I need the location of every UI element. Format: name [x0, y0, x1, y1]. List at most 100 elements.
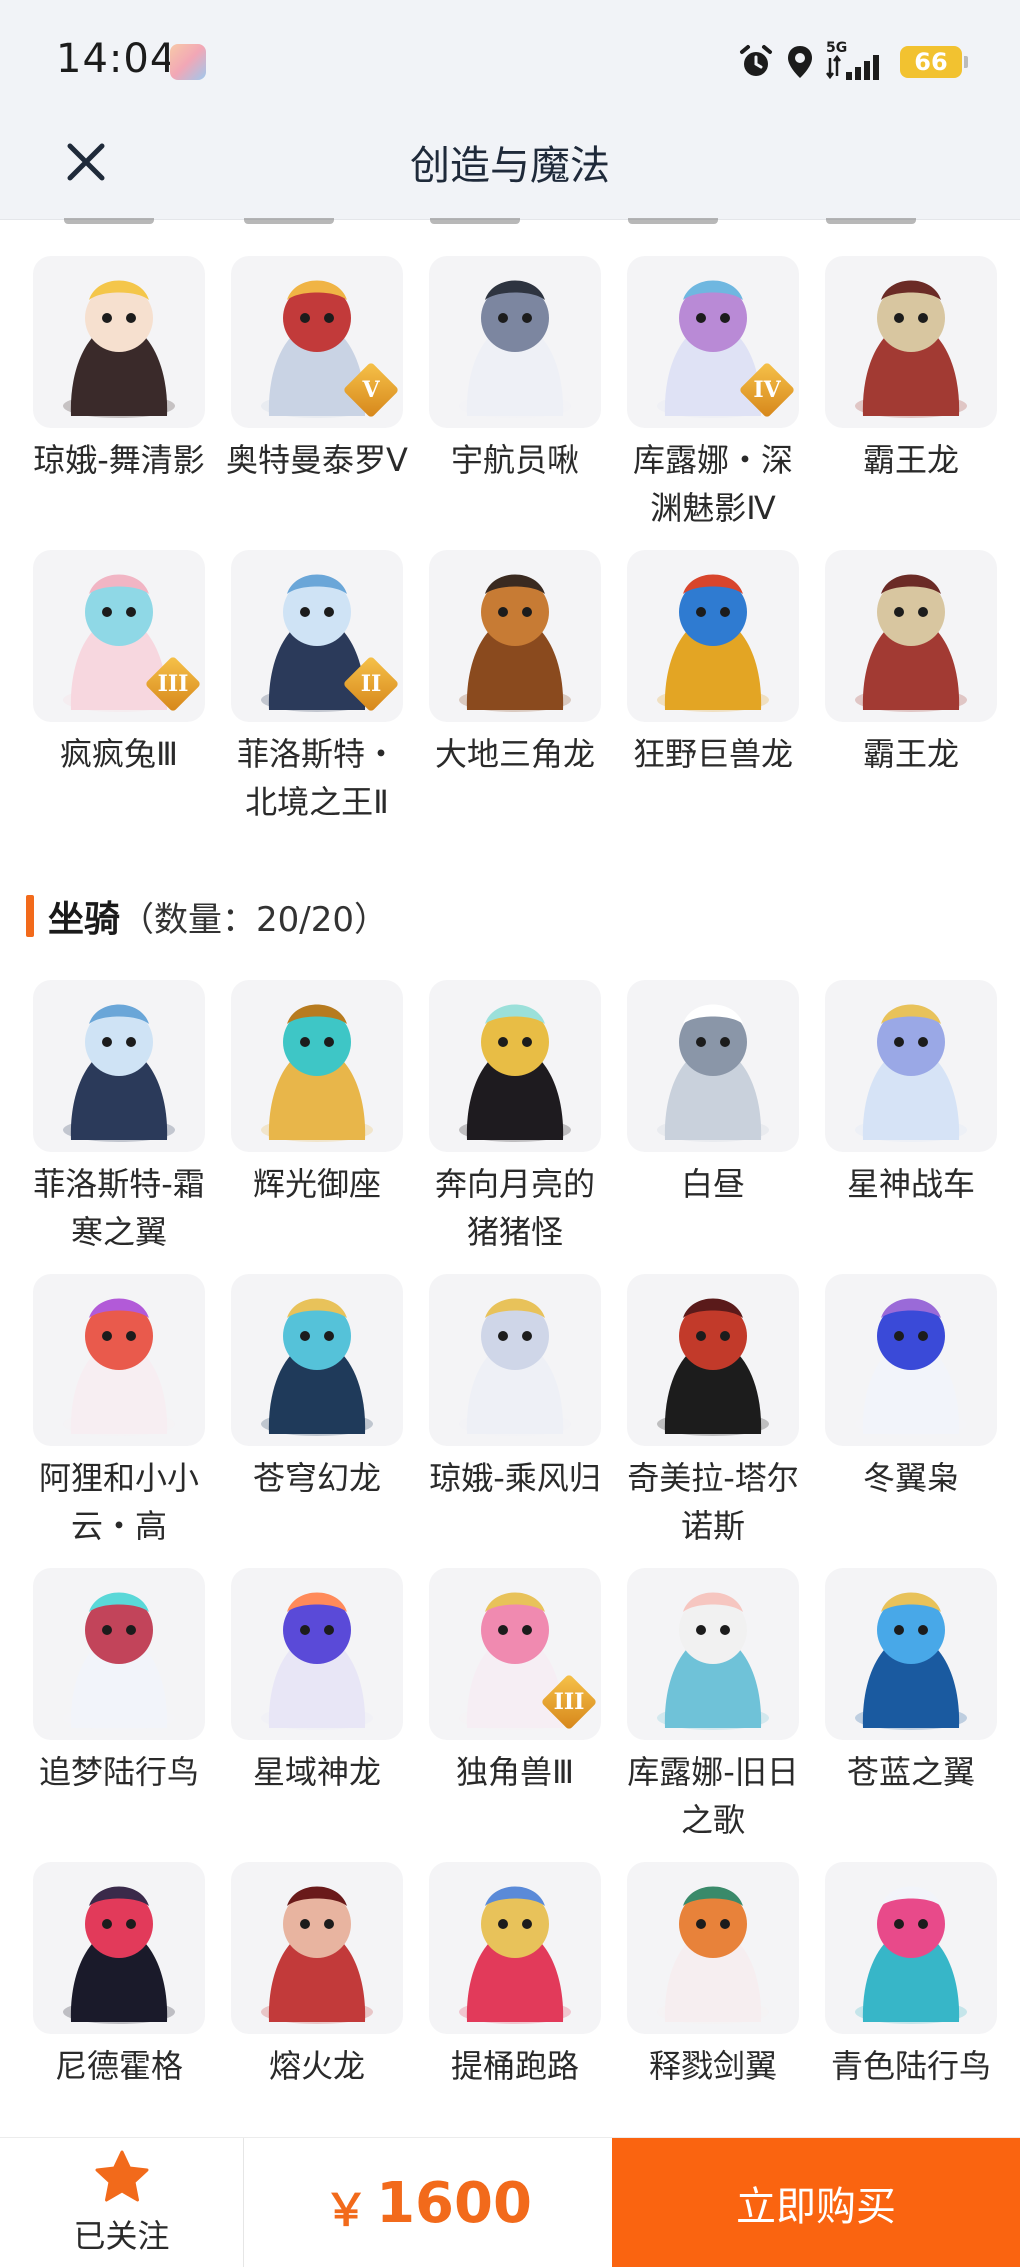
status-icons: 5G 66	[738, 40, 968, 84]
item-label: 追梦陆行鸟	[38, 1753, 199, 1791]
item-card[interactable]: 琼娥-舞清影	[20, 256, 218, 550]
crazy-rabbit-icon: III	[33, 550, 205, 722]
item-card[interactable]: 库露娜-旧日之歌	[614, 1568, 812, 1862]
section-accent-bar	[26, 895, 34, 937]
mounts-grid: 菲洛斯特-霜寒之翼 辉光御座 奔向月亮的猪猪怪 白昼 星神战车阿狸和小小云・高 苍穹幻龙 琼…	[20, 980, 1012, 2156]
item-label: 苍穹幻龙	[252, 1459, 381, 1497]
kuluna-song-icon	[627, 1568, 799, 1740]
price-amount: 1600	[376, 2170, 532, 2236]
item-label: 辉光御座	[252, 1165, 381, 1203]
astronaut-chick-icon	[429, 256, 601, 428]
item-label: 熔火龙	[268, 2047, 365, 2085]
currency-symbol: ￥	[324, 2185, 369, 2236]
item-card[interactable]: 青色陆行鸟	[812, 1862, 1010, 2156]
item-label: 奥特曼泰罗Ⅴ	[226, 441, 408, 479]
lava-dragon-icon	[231, 1862, 403, 2034]
item-card[interactable]: 提桶跑路	[416, 1862, 614, 2156]
item-label: 尼德霍格	[54, 2047, 183, 2085]
sky-dragon-icon	[231, 1274, 403, 1446]
item-card[interactable]: 菲洛斯特-霜寒之翼	[20, 980, 218, 1274]
section-title: 坐骑	[48, 899, 121, 940]
tier-badge: III	[540, 1673, 598, 1731]
item-label: 青色陆行鸟	[830, 2047, 991, 2085]
pets-grid: 琼娥-舞清影 V 奥特曼泰罗Ⅴ 宇航员啾 IV 库露娜・深渊魅影Ⅳ 霸王龙 III 疯疯兔Ⅲ II…	[20, 256, 1012, 844]
dream-chocobo-icon	[33, 1568, 205, 1740]
ali-cloud-icon	[33, 1274, 205, 1446]
item-card[interactable]: 星域神龙	[218, 1568, 416, 1862]
winter-owl-icon	[825, 1274, 997, 1446]
alarm-icon	[740, 45, 772, 76]
item-label: 释戮剑翼	[648, 2047, 777, 2085]
wild-beast-dragon-icon	[627, 550, 799, 722]
item-card[interactable]: II 菲洛斯特・北境之王Ⅱ	[218, 550, 416, 844]
item-card[interactable]: 霸王龙	[812, 256, 1010, 550]
item-label: 库露娜-旧日之歌	[627, 1753, 799, 1839]
item-card[interactable]: 释戮剑翼	[614, 1862, 812, 2156]
item-card[interactable]: V 奥特曼泰罗Ⅴ	[218, 256, 416, 550]
status-time: 14:04	[56, 36, 177, 82]
bottom-action-bar: 已关注 ￥ 1600 立即购买	[0, 2137, 1020, 2267]
item-card[interactable]: 苍穹幻龙	[218, 1274, 416, 1568]
ultraman-taro-icon: V	[231, 256, 403, 428]
item-card[interactable]: 狂野巨兽龙	[614, 550, 812, 844]
item-label: 星神战车	[846, 1165, 975, 1203]
item-label: 白昼	[680, 1165, 745, 1203]
item-label: 疯疯兔Ⅲ	[59, 735, 179, 773]
item-card[interactable]: 阿狸和小小云・高	[20, 1274, 218, 1568]
item-card[interactable]: 霸王龙	[812, 550, 1010, 844]
avatar-sticker-icon	[170, 44, 206, 80]
item-label: 苍蓝之翼	[846, 1753, 975, 1791]
item-label: 独角兽Ⅲ	[455, 1753, 575, 1791]
item-card[interactable]: 奇美拉-塔尔诺斯	[614, 1274, 812, 1568]
item-card[interactable]: IV 库露娜・深渊魅影Ⅳ	[614, 256, 812, 550]
item-card[interactable]: 奔向月亮的猪猪怪	[416, 980, 614, 1274]
page-title: 创造与魔法	[410, 143, 610, 189]
scrolled-row-remnant	[0, 218, 1020, 228]
item-card[interactable]: 大地三角龙	[416, 550, 614, 844]
tier-badge: IV	[738, 361, 796, 419]
item-card[interactable]: 辉光御座	[218, 980, 416, 1274]
azure-wing-icon	[825, 1568, 997, 1740]
star-chariot-icon	[825, 980, 997, 1152]
item-card[interactable]: 琼娥-乘风归	[416, 1274, 614, 1568]
chimera-icon	[627, 1274, 799, 1446]
item-card[interactable]: III 疯疯兔Ⅲ	[20, 550, 218, 844]
buy-now-button[interactable]: 立即购买	[612, 2138, 1020, 2267]
item-card[interactable]: 尼德霍格	[20, 1862, 218, 2156]
chang-e-wind-icon	[429, 1274, 601, 1446]
unicorn-icon: III	[429, 1568, 601, 1740]
chang-e-dancer-icon	[33, 256, 205, 428]
item-card[interactable]: 追梦陆行鸟	[20, 1568, 218, 1862]
item-card[interactable]: 苍蓝之翼	[812, 1568, 1010, 1862]
item-label: 奔向月亮的猪猪怪	[434, 1165, 595, 1251]
item-label: 霸王龙	[862, 735, 959, 773]
item-card[interactable]: 白昼	[614, 980, 812, 1274]
item-card[interactable]: 熔火龙	[218, 1862, 416, 2156]
item-label: 冬翼枭	[862, 1459, 959, 1497]
tyrannosaurus-icon	[825, 550, 997, 722]
location-icon	[788, 46, 812, 78]
section-count: （数量：20/20）	[120, 899, 388, 940]
battery-icon: 66	[900, 46, 968, 78]
sword-wing-icon	[627, 1862, 799, 2034]
mounts-section-header: 坐骑 （数量：20/20）	[26, 890, 388, 942]
item-label: 霸王龙	[862, 441, 959, 479]
cyan-chocobo-icon	[825, 1862, 997, 2034]
kuluna-abyss-icon: IV	[627, 256, 799, 428]
item-label: 琼娥-舞清影	[33, 441, 205, 479]
radiant-throne-icon	[231, 980, 403, 1152]
moon-pig-icon	[429, 980, 601, 1152]
follow-button[interactable]: 已关注	[0, 2138, 244, 2267]
item-label: 狂野巨兽龙	[632, 735, 793, 773]
item-card[interactable]: III 独角兽Ⅲ	[416, 1568, 614, 1862]
signal-icon: 5G	[826, 40, 888, 82]
item-label: 库露娜・深渊魅影Ⅳ	[632, 441, 793, 527]
item-label: 琼娥-乘风归	[429, 1459, 601, 1497]
price-display: ￥ 1600	[244, 2138, 612, 2267]
item-card[interactable]: 冬翼枭	[812, 1274, 1010, 1568]
frost-king-icon: II	[231, 550, 403, 722]
item-card[interactable]: 星神战车	[812, 980, 1010, 1274]
triceratops-icon	[429, 550, 601, 722]
item-card[interactable]: 宇航员啾	[416, 256, 614, 550]
header: 创造与魔法	[0, 116, 1020, 220]
